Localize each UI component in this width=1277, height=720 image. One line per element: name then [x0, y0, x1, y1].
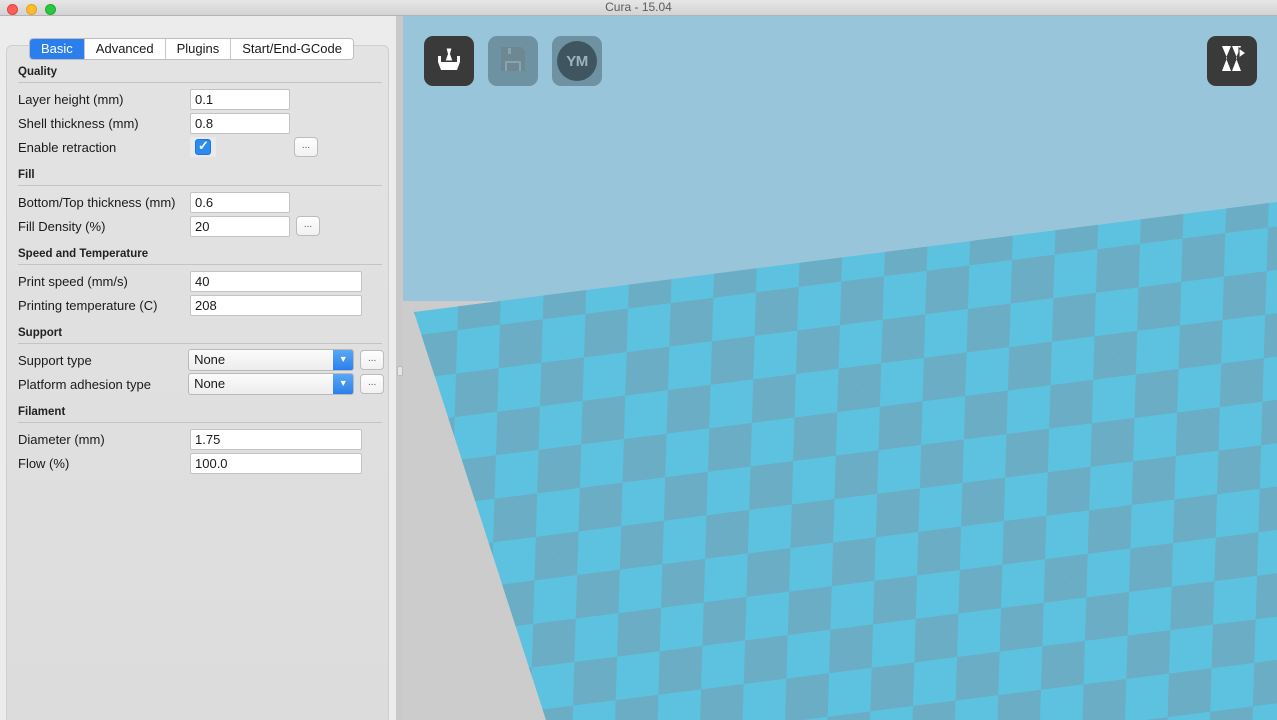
- setting-row: Support type None ▼...: [12, 348, 384, 372]
- setting-label: Platform adhesion type: [18, 376, 151, 392]
- save-toolpath-icon: [498, 44, 528, 79]
- setting-label: Layer height (mm): [18, 91, 124, 107]
- setting-more-button[interactable]: ...: [360, 374, 384, 394]
- setting-label: Enable retraction: [18, 139, 117, 155]
- group-title-speed-and-temperature: Speed and Temperature: [18, 248, 149, 260]
- setting-row: Print speed (mm/s) 40: [12, 269, 384, 293]
- setting-input[interactable]: 0.8: [190, 112, 290, 134]
- setting-more-button[interactable]: ...: [360, 350, 384, 370]
- setting-row: Fill Density (%) 20...: [12, 214, 384, 238]
- group-title-quality: Quality: [18, 66, 57, 78]
- setting-input[interactable]: 0.1: [190, 88, 290, 110]
- setting-dropdown-value: None: [194, 352, 226, 367]
- setting-input[interactable]: 1.75: [190, 428, 362, 450]
- load-model-icon: [432, 42, 466, 81]
- setting-row: Platform adhesion type None ▼...: [12, 372, 384, 396]
- setting-row: Flow (%) 100.0: [12, 451, 384, 475]
- setting-label: Support type: [18, 352, 92, 368]
- group-divider: [18, 264, 382, 265]
- load-model-button[interactable]: [424, 36, 474, 86]
- setting-checkbox-wrap: [190, 137, 216, 157]
- group-title-support: Support: [18, 327, 63, 339]
- setting-row: Shell thickness (mm) 0.8: [12, 111, 384, 135]
- setting-input[interactable]: 0.6: [190, 191, 290, 213]
- viewport-toolbar: YM: [424, 36, 602, 86]
- setting-row: Layer height (mm) 0.1: [12, 87, 384, 111]
- group-divider: [18, 422, 382, 423]
- setting-input[interactable]: 208: [190, 294, 362, 316]
- setting-input[interactable]: 40: [190, 270, 362, 292]
- view-mode-button[interactable]: [1207, 36, 1257, 86]
- setting-label: Print speed (mm/s): [18, 273, 128, 289]
- setting-dropdown[interactable]: None ▼: [188, 373, 355, 395]
- setting-row: Printing temperature (C) 208: [12, 293, 384, 317]
- view-mode-icon: [1215, 42, 1249, 81]
- setting-row: Bottom/Top thickness (mm) 0.6: [12, 190, 384, 214]
- window-title: Cura - 15.04: [605, 0, 672, 14]
- setting-more-button[interactable]: ...: [296, 216, 320, 236]
- group-divider: [18, 82, 382, 83]
- setting-label: Shell thickness (mm): [18, 115, 139, 131]
- setting-row: Enable retraction...: [12, 135, 384, 159]
- settings-pane: Basic Advanced Plugins Start/End-GCode Qual…: [0, 16, 396, 720]
- setting-label: Bottom/Top thickness (mm): [18, 194, 176, 210]
- settings-list: Quality Layer height (mm) 0.1 Shell thickne…: [12, 56, 384, 475]
- 3d-viewport[interactable]: YM: [403, 16, 1277, 720]
- group-divider: [18, 343, 382, 344]
- title-bar: Cura - 15.04: [0, 0, 1277, 16]
- pane-splitter[interactable]: [396, 16, 403, 720]
- setting-input[interactable]: 100.0: [190, 452, 362, 474]
- youmagine-icon: YM: [557, 41, 597, 81]
- setting-row: Diameter (mm) 1.75: [12, 427, 384, 451]
- group-title-fill: Fill: [18, 169, 35, 181]
- setting-label: Flow (%): [18, 455, 70, 471]
- chevron-down-icon[interactable]: ▼: [333, 350, 354, 370]
- chevron-down-icon[interactable]: ▼: [333, 374, 354, 394]
- setting-input[interactable]: 20: [190, 215, 290, 237]
- setting-label: Diameter (mm): [18, 431, 105, 447]
- setting-dropdown-value: None: [194, 376, 226, 391]
- setting-label: Fill Density (%): [18, 218, 106, 234]
- group-title-filament: Filament: [18, 406, 66, 418]
- share-youmagine-button[interactable]: YM: [552, 36, 602, 86]
- setting-more-button[interactable]: ...: [294, 137, 318, 157]
- setting-dropdown[interactable]: None ▼: [188, 349, 355, 371]
- setting-checkbox[interactable]: [195, 138, 211, 155]
- save-toolpath-button[interactable]: [488, 36, 538, 86]
- youmagine-label: YM: [566, 52, 588, 70]
- cura-window: Cura - 15.04 Basic Advanced Plugins Start/E…: [0, 0, 1277, 720]
- group-divider: [18, 185, 382, 186]
- setting-label: Printing temperature (C): [18, 297, 158, 313]
